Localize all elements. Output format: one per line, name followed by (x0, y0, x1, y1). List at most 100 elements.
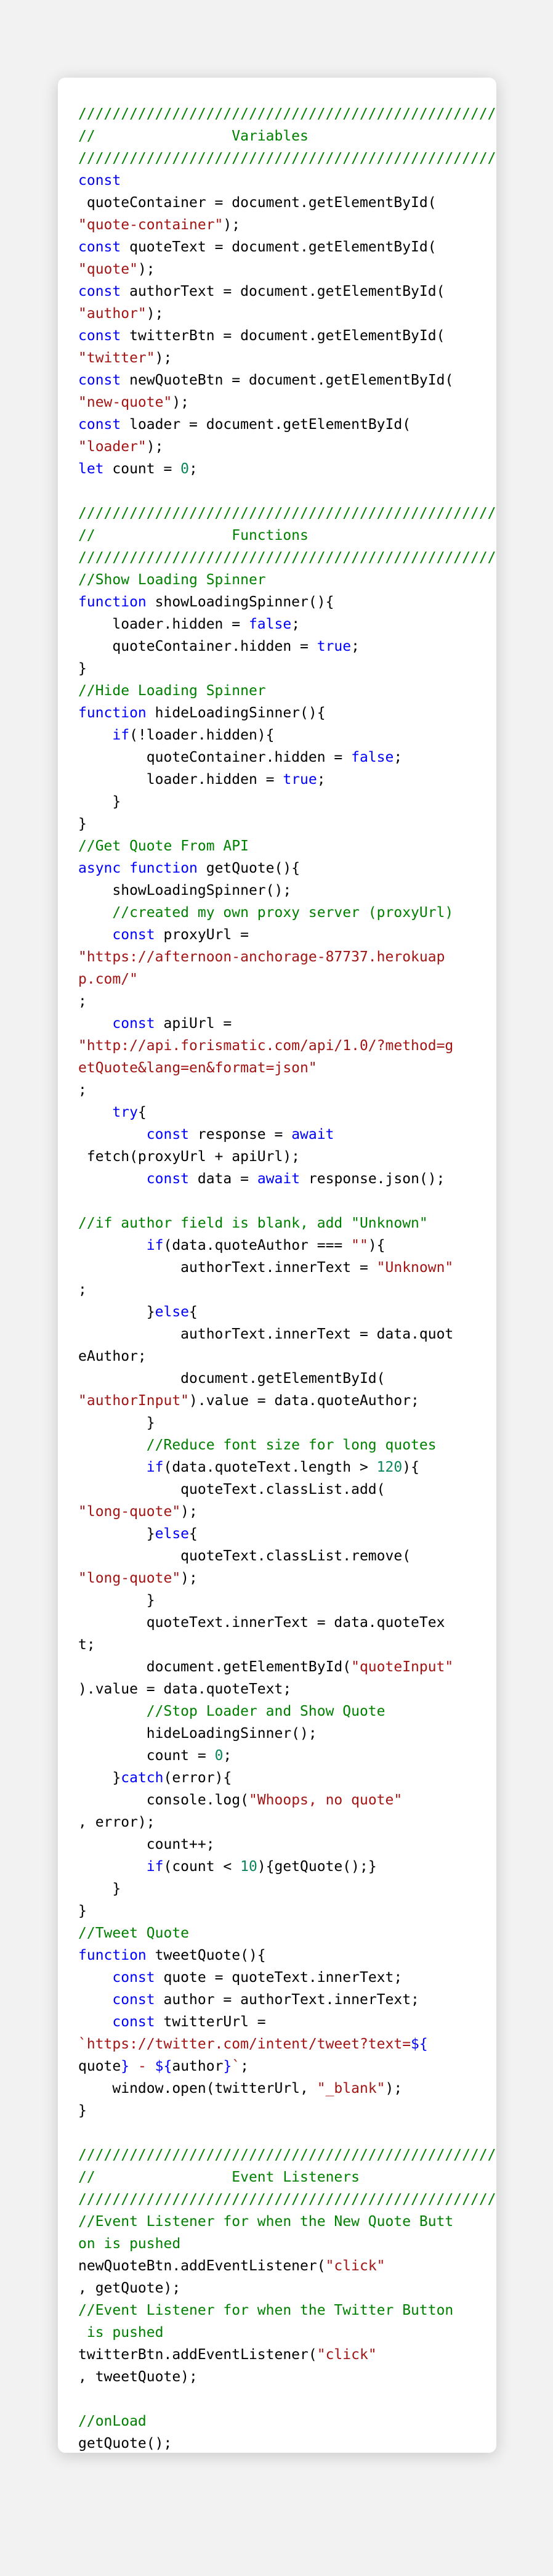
code-string: etQuote&lang=en&format=json" (78, 1060, 317, 1076)
code-text: } (78, 1770, 121, 1786)
code-text: ); (223, 217, 241, 233)
code-keyword: function (78, 594, 147, 610)
code-line: ////////////////////////////////////////… (78, 2188, 496, 2211)
code-line: } (78, 813, 496, 835)
code-keyword: const (78, 239, 121, 255)
code-text: quoteContainer.hidden = (78, 749, 352, 765)
code-line: // Functions (78, 524, 496, 547)
code-text: t; (78, 1637, 95, 1653)
code-comment: ////////////////////////////////////////… (78, 505, 496, 521)
code-text: ; (78, 1082, 87, 1098)
code-line: ////////////////////////////////////////… (78, 147, 496, 169)
code-keyword: if (146, 1237, 164, 1253)
code-text: (error){ (163, 1770, 232, 1786)
code-string: `https://twitter.com/intent/tweet?text= (78, 2036, 411, 2052)
code-comment: //Reduce font size for long quotes (146, 1437, 437, 1453)
code-keyword: else (155, 1526, 190, 1542)
code-text: loader.hidden = (78, 772, 283, 788)
code-comment: //Hide Loading Spinner (78, 683, 266, 699)
code-text: ; (394, 749, 403, 765)
code-string: "" (351, 1237, 368, 1253)
code-text: ); (180, 1570, 198, 1586)
code-text: eAuthor; (78, 1348, 147, 1364)
code-keyword: false (248, 616, 292, 632)
code-line: if(count < 10){getQuote();} (78, 1856, 496, 1878)
code-line: authorText.innerText = data.quot (78, 1323, 496, 1345)
code-line: quote} - ${author}`; (78, 2055, 496, 2077)
code-line: count++; (78, 1833, 496, 1856)
code-line: eAuthor; (78, 1345, 496, 1367)
code-keyword: const (146, 1127, 190, 1143)
code-text: ); (146, 439, 164, 455)
code-comment: ////////////////////////////////////////… (78, 2147, 496, 2163)
code-text: ; (78, 1282, 87, 1298)
code-line: "authorInput").value = data.quoteAuthor; (78, 1390, 496, 1412)
code-line: const response = await (78, 1123, 496, 1146)
code-keyword: if (146, 1459, 164, 1475)
code-line: , tweetQuote); (78, 2366, 496, 2388)
code-text: ).value = data.quoteText; (78, 1681, 292, 1697)
code-text: ; (317, 772, 326, 788)
code-keyword: const (78, 372, 121, 388)
code-comment: is pushed (78, 2325, 164, 2341)
code-comment: //Show Loading Spinner (78, 572, 266, 588)
code-text: hideLoadingSinner(); (78, 1726, 317, 1742)
code-comment: on is pushed (78, 2236, 181, 2252)
code-line: if(!loader.hidden){ (78, 724, 496, 746)
code-text: } (78, 1526, 155, 1542)
code-string: "new-quote" (78, 394, 172, 410)
code-line: ////////////////////////////////////////… (78, 2144, 496, 2166)
code-line: if(data.quoteText.length > 120){ (78, 1456, 496, 1478)
code-string: "http://api.forismatic.com/api/1.0/?meth… (78, 1038, 454, 1054)
code-line: "twitter"); (78, 347, 496, 369)
code-line: "long-quote"); (78, 1567, 496, 1589)
code-text: (data.quoteAuthor === (163, 1237, 352, 1253)
code-line: quoteText.innerText = data.quoteTex (78, 1612, 496, 1634)
code-line: etQuote&lang=en&format=json" (78, 1057, 496, 1079)
code-string: "Unknown" (376, 1260, 454, 1276)
code-text: ){getQuote();} (257, 1859, 377, 1875)
code-keyword: if (146, 1859, 164, 1875)
code-string: "_blank" (317, 2081, 385, 2097)
code-line: hideLoadingSinner(); (78, 1722, 496, 1745)
code-text: showLoadingSpinner(); (78, 882, 292, 899)
code-text: twitterBtn.addEventListener( (78, 2347, 317, 2363)
code-text: loader.hidden = (78, 616, 249, 632)
code-comment: //onLoad (78, 2413, 147, 2429)
code-block[interactable]: ////////////////////////////////////////… (78, 103, 496, 2453)
code-string: "twitter" (78, 350, 155, 366)
code-text: } (78, 794, 121, 810)
code-line: ).value = data.quoteText; (78, 1678, 496, 1700)
code-string: ` (232, 2058, 241, 2074)
code-string: "click" (325, 2258, 385, 2274)
code-line: quoteContainer.hidden = false; (78, 746, 496, 768)
code-text: , tweetQuote); (78, 2369, 198, 2385)
code-keyword: try (112, 1104, 138, 1120)
code-comment: //Get Quote From API (78, 838, 249, 854)
code-comment: // Variables (78, 128, 309, 144)
code-keyword: const (146, 1171, 190, 1187)
code-keyword: await (257, 1171, 301, 1187)
code-text: newQuoteBtn.addEventListener( (78, 2258, 326, 2274)
code-line: t; (78, 1634, 496, 1656)
code-keyword: if (112, 727, 130, 743)
code-line: } (78, 1900, 496, 1922)
code-text: response.json(); (300, 1171, 445, 1187)
code-text: ; (223, 1748, 232, 1764)
code-line: document.getElementById("quoteInput" (78, 1656, 496, 1678)
code-text: } (78, 1903, 87, 1919)
code-number: 0 (214, 1748, 224, 1764)
code-keyword: else (155, 1304, 190, 1320)
code-line: //Show Loading Spinner (78, 569, 496, 591)
code-line: `https://twitter.com/intent/tweet?text=$… (78, 2033, 496, 2055)
code-text: author (172, 2058, 224, 2074)
code-text: ; (189, 461, 198, 477)
code-text: } (78, 661, 87, 677)
code-keyword: const (78, 173, 121, 189)
code-keyword: const (78, 417, 121, 433)
